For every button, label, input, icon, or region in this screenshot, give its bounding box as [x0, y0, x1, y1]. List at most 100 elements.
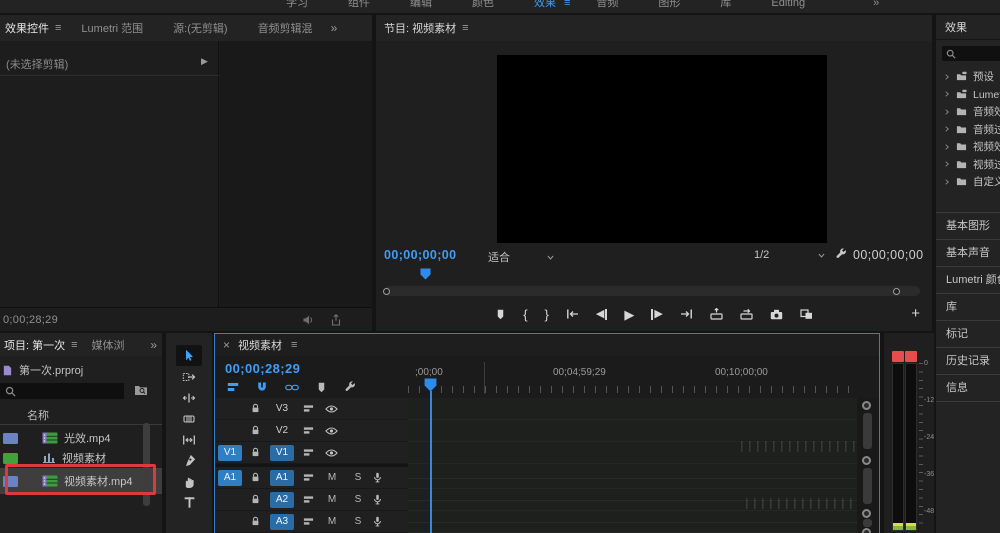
program-scrubber-bar[interactable] [384, 286, 920, 296]
tab-media-browser[interactable]: 媒体浏 [92, 337, 125, 353]
tab-audio-clip-mixer[interactable]: 音频剪辑混 [258, 20, 313, 36]
chevron-right-icon[interactable] [943, 143, 951, 151]
project-item-video-clip-selected[interactable]: 视频素材.mp4 [0, 468, 162, 494]
solo-button[interactable]: S [350, 516, 366, 527]
step-back-button[interactable]: ◀ [596, 309, 607, 320]
chevron-right-icon[interactable] [943, 178, 951, 186]
effect-controls-timecode[interactable]: 0;00;28;29 [3, 314, 58, 326]
workspace-tab-editing[interactable]: 编辑 [410, 0, 432, 12]
tab-program-monitor[interactable]: 节目: 视频素材 ≡ [384, 20, 469, 36]
chevron-right-icon[interactable] [943, 160, 951, 168]
track-v3-content[interactable] [408, 398, 857, 420]
project-scrollbar-thumb[interactable] [143, 423, 150, 506]
button-editor-plus[interactable]: + [911, 305, 920, 322]
close-icon[interactable]: × [223, 338, 230, 352]
search-bin-folder-icon[interactable] [134, 384, 148, 396]
track-target-v3[interactable]: V3 [270, 401, 294, 417]
effects-folder-audio-transitions[interactable]: 音频过渡 [936, 121, 1000, 139]
eye-icon[interactable] [325, 426, 338, 436]
linked-selection-icon[interactable] [285, 382, 299, 393]
extract-icon[interactable] [740, 308, 753, 320]
workspace-tab-libraries[interactable]: 库 [720, 0, 731, 12]
snap-magnet-icon[interactable] [256, 381, 268, 393]
track-v2-content[interactable] [408, 420, 857, 442]
lock-icon[interactable] [250, 494, 261, 505]
track-content-area[interactable] [408, 398, 857, 533]
workspace-tab-editing-custom[interactable]: Editing [771, 0, 805, 12]
effects-folder-custom[interactable]: 自定义项 [936, 173, 1000, 191]
panel-menu-icon[interactable]: ≡ [462, 22, 468, 34]
lock-icon[interactable] [250, 472, 261, 483]
tab-markers[interactable]: 标记 [936, 320, 1000, 347]
workspace-tab-color[interactable]: 颜色 [472, 0, 494, 12]
play-button[interactable]: ▶ [624, 308, 634, 321]
label-color-chip[interactable] [3, 476, 18, 487]
scrubber-right-handle[interactable] [893, 288, 900, 295]
audio-loop-playback-icon[interactable] [302, 314, 314, 326]
tab-history[interactable]: 历史记录 [936, 347, 1000, 374]
tab-effect-controls[interactable]: 效果控件 ≡ [5, 20, 61, 36]
timeline-ruler[interactable]: ;00;00 00;04;59;29 00;10;00;00 [408, 358, 857, 398]
panel-menu-icon[interactable]: ≡ [55, 22, 61, 34]
effects-folder-video-transitions[interactable]: 视频过渡 [936, 156, 1000, 174]
workspace-tab-effects[interactable]: 效果 [534, 0, 556, 12]
lift-icon[interactable] [710, 308, 723, 320]
track-target-a1[interactable]: A1 [270, 470, 294, 486]
program-current-timecode[interactable]: 00;00;00;00 [384, 248, 457, 262]
source-patch-empty[interactable] [218, 401, 242, 417]
track-select-forward-tool[interactable] [176, 366, 202, 387]
track-height-handle[interactable] [862, 456, 871, 465]
mute-button[interactable]: M [324, 472, 340, 483]
sync-lock-icon[interactable] [303, 516, 314, 527]
chevron-right-icon[interactable] [943, 90, 951, 98]
track-height-handle[interactable] [862, 528, 871, 533]
export-frame-camera-icon[interactable] [770, 309, 783, 320]
timeline-playhead-icon[interactable] [424, 378, 437, 392]
project-item-sequence[interactable]: 视频素材 [0, 448, 162, 468]
solo-button[interactable]: S [350, 494, 366, 505]
program-playhead-icon[interactable] [420, 268, 431, 280]
effects-search-input[interactable] [942, 46, 1000, 61]
lock-icon[interactable] [250, 425, 261, 436]
razor-tool[interactable] [176, 408, 202, 429]
settings-wrench-icon[interactable] [835, 248, 847, 260]
timeline-timecode[interactable]: 00;00;28;29 [225, 361, 300, 376]
tab-overflow-chevron[interactable]: » [150, 338, 157, 352]
sync-lock-icon[interactable] [303, 494, 314, 505]
source-patch-empty[interactable] [218, 514, 242, 530]
source-patch-v1[interactable]: V1 [218, 445, 242, 461]
lock-icon[interactable] [250, 403, 261, 414]
tab-source-monitor[interactable]: 源:(无剪辑) [173, 20, 227, 36]
timeline-scrollbar[interactable] [857, 398, 879, 533]
mark-in-button[interactable]: { [523, 308, 527, 321]
eye-icon[interactable] [325, 448, 338, 458]
tab-libraries[interactable]: 库 [936, 293, 1000, 320]
effects-folder-presets[interactable]: 预设 [936, 68, 1000, 86]
eye-icon[interactable] [325, 404, 338, 414]
effects-folder-video-effects[interactable]: 视频效果 [936, 138, 1000, 156]
hand-tool[interactable] [176, 471, 202, 492]
ripple-edit-tool[interactable] [176, 387, 202, 408]
lock-icon[interactable] [250, 516, 261, 527]
column-header-name[interactable]: 名称 [0, 408, 162, 425]
panel-menu-icon[interactable]: ≡ [71, 339, 77, 351]
selection-tool[interactable] [176, 345, 202, 366]
voiceover-mic-icon[interactable] [372, 472, 383, 483]
tab-lumetri-color[interactable]: Lumetri 颜色 [936, 266, 1000, 293]
track-target-a3[interactable]: A3 [270, 514, 294, 530]
effects-folder-lumetri-presets[interactable]: Lumetri 预设 [936, 86, 1000, 104]
chevron-right-icon[interactable] [943, 125, 951, 133]
workspace-tab-assembly[interactable]: 组件 [348, 0, 370, 12]
track-target-v1[interactable]: V1 [270, 445, 294, 461]
tab-lumetri-scopes[interactable]: Lumetri 范围 [81, 20, 143, 36]
scrollbar-thumb[interactable] [863, 468, 872, 504]
lock-icon[interactable] [250, 447, 261, 458]
tab-timeline-sequence[interactable]: 视频素材 [238, 337, 282, 353]
source-patch-a1[interactable]: A1 [218, 470, 242, 486]
track-target-v2[interactable]: V2 [270, 423, 294, 439]
workspace-menu-icon[interactable]: ≡ [564, 0, 570, 12]
tab-essential-graphics[interactable]: 基本图形 [936, 212, 1000, 239]
chevron-right-icon[interactable] [943, 108, 951, 116]
mark-out-button[interactable]: } [545, 308, 549, 321]
workspace-tab-graphics[interactable]: 图形 [658, 0, 680, 12]
